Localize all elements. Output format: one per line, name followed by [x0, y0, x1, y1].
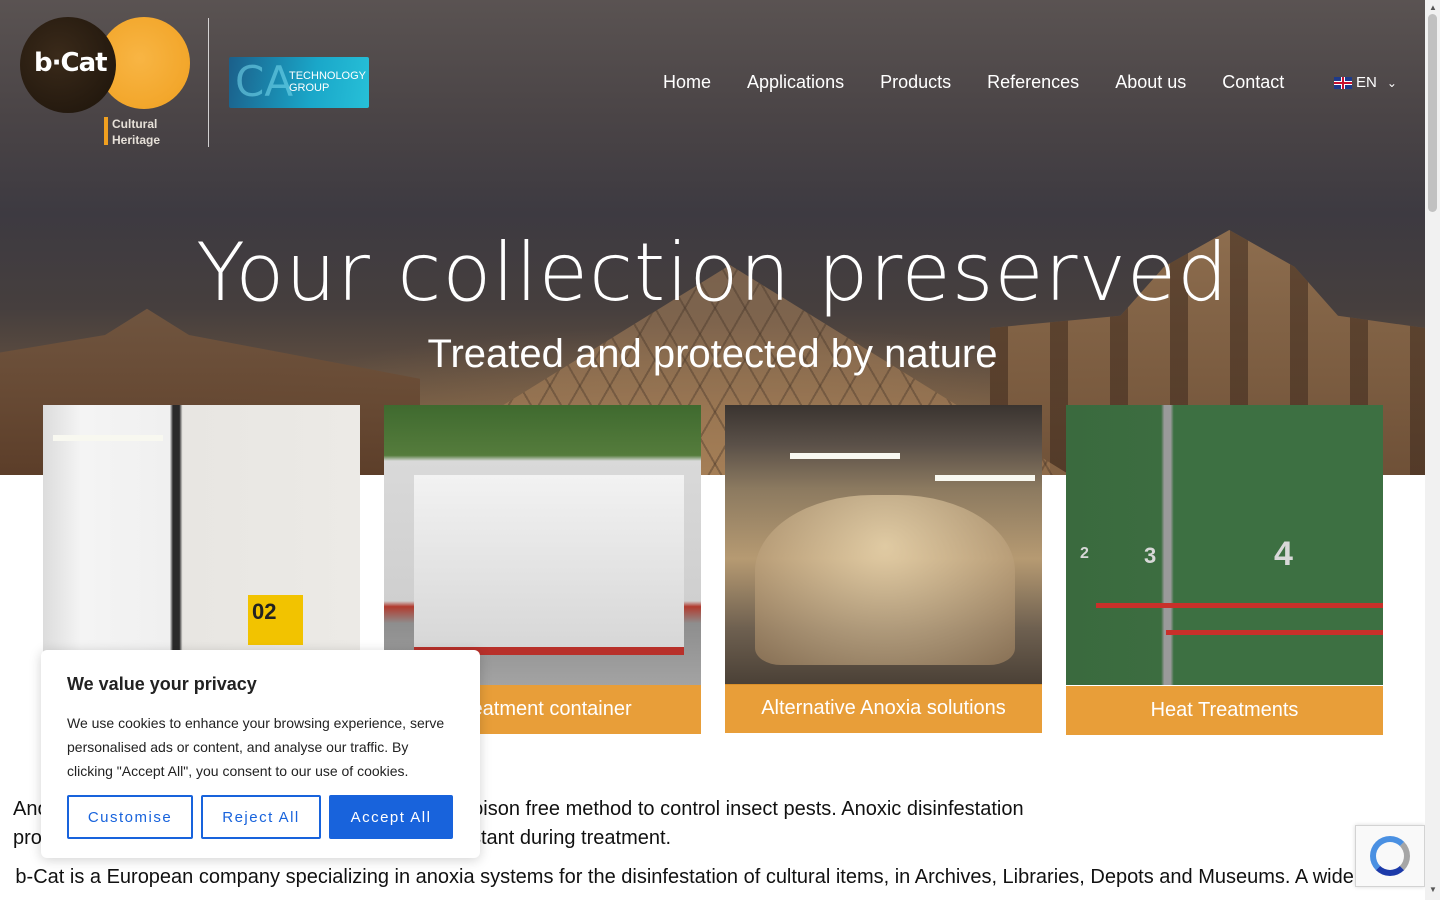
language-selector[interactable]: EN ⌄	[1334, 74, 1397, 91]
container-illustration	[414, 475, 684, 655]
header-divider	[208, 18, 209, 147]
logo-accent-bar	[104, 117, 108, 145]
technology-group-logo[interactable]: CA TECHNOLOGY GROUP	[229, 57, 369, 108]
sign-02: 02	[248, 595, 303, 645]
card-label: Alternative Anoxia solutions	[725, 684, 1042, 733]
about-paragraph: b-Cat is a European company specializing…	[13, 863, 1413, 892]
scrollbar-thumb[interactable]	[1428, 14, 1437, 212]
card-image	[725, 405, 1042, 685]
technology-group-text: TECHNOLOGY GROUP	[289, 70, 366, 94]
about-line-1: b-Cat is a European company specializing…	[15, 866, 1411, 888]
chevron-down-icon: ⌄	[1386, 75, 1397, 90]
scroll-down-arrow-icon[interactable]: ▼	[1429, 885, 1437, 894]
card-image: 02	[43, 405, 360, 685]
card-image: 2 3 4	[1066, 405, 1383, 685]
bcat-logo[interactable]: b·Cat Cultural Heritage	[20, 17, 195, 152]
door-number-3: 3	[1144, 543, 1157, 568]
logo-subtitle-line1: Cultural	[112, 117, 158, 131]
main-nav: Home Applications Products References Ab…	[663, 72, 1320, 93]
nav-applications[interactable]: Applications	[747, 72, 844, 93]
reject-all-button[interactable]: Reject All	[201, 795, 321, 839]
uk-flag-icon	[1334, 76, 1352, 89]
door-number-4: 4	[1274, 535, 1293, 573]
hero-title: Your collection preserved	[196, 226, 1229, 319]
scroll-up-arrow-icon[interactable]: ▲	[1429, 3, 1437, 12]
logo-brand-text: b·Cat	[34, 48, 108, 78]
nav-contact[interactable]: Contact	[1222, 72, 1284, 93]
card-label: Heat Treatments	[1066, 686, 1383, 735]
language-code: EN	[1356, 74, 1377, 91]
nav-products[interactable]: Products	[880, 72, 951, 93]
anoxia-bubble	[755, 495, 1015, 665]
cookie-buttons: Customise Reject All Accept All	[67, 795, 461, 839]
nav-home[interactable]: Home	[663, 72, 711, 93]
cookie-description: We use cookies to enhance your browsing …	[67, 715, 445, 779]
page-scrollbar[interactable]: ▲ ▼	[1425, 0, 1440, 900]
cookie-consent-banner: We value your privacy We use cookies to …	[41, 650, 480, 858]
recaptcha-icon	[1370, 836, 1410, 876]
nav-references[interactable]: References	[987, 72, 1079, 93]
accept-all-button[interactable]: Accept All	[329, 795, 453, 839]
technology-group-mark: CA	[235, 57, 294, 106]
door-number-2: 2	[1080, 545, 1089, 562]
nav-about-us[interactable]: About us	[1115, 72, 1186, 93]
recaptcha-badge[interactable]	[1355, 825, 1425, 887]
card-image	[384, 405, 701, 685]
logo-subtitle-line2: Heritage	[112, 133, 161, 147]
hero-subtitle: Treated and protected by nature	[427, 332, 998, 376]
technology-group-line2: GROUP	[289, 82, 330, 94]
cookie-title: We value your privacy	[67, 674, 257, 694]
logo-subtitle: Cultural Heritage	[112, 116, 192, 148]
technology-group-line1: TECHNOLOGY	[289, 70, 367, 82]
customise-button[interactable]: Customise	[67, 795, 193, 839]
